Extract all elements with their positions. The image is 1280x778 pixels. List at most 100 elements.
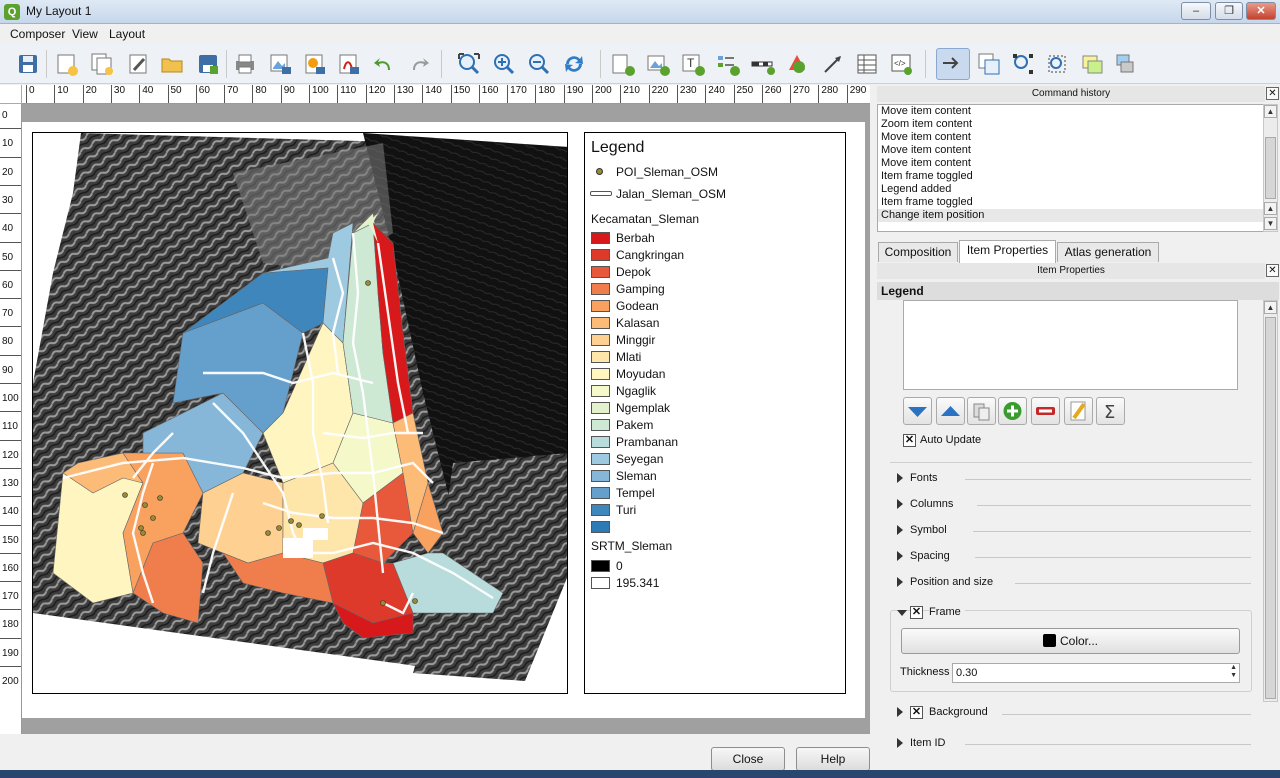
history-item[interactable]: Item frame toggled [878,196,1263,209]
close-properties-icon[interactable]: ✕ [1266,264,1279,277]
section-symbol[interactable]: Symbol [895,522,1253,540]
count-features-button[interactable]: Σ [1096,397,1125,425]
ruler-tick-label: 200 [592,85,612,103]
section-columns[interactable]: Columns [895,496,1253,514]
raster-min-label: 0 [616,559,623,573]
legend-item[interactable]: Legend POI_Sleman_OSM Jalan_Sleman_OSM K… [584,132,846,694]
scroll-up-icon[interactable]: ▲ [1264,105,1277,118]
auto-update-checkbox[interactable]: ✕ [903,434,916,447]
tab-composition[interactable]: Composition [878,242,958,262]
section-fonts[interactable]: Fonts [895,470,1253,488]
zoom-out-icon[interactable] [525,50,553,78]
close-history-icon[interactable]: ✕ [1266,87,1279,100]
scroll-down-icon[interactable]: ▼ [1264,217,1277,230]
edit-item-button[interactable] [1064,397,1093,425]
composer-manager-icon[interactable] [124,50,152,78]
zoom-in-icon[interactable] [490,50,518,78]
undo-icon[interactable] [370,50,398,78]
add-group-button[interactable] [967,397,996,425]
composer-canvas[interactable]: Legend POI_Sleman_OSM Jalan_Sleman_OSM K… [22,104,870,734]
frame-color-button[interactable]: Color... [901,628,1240,654]
save-icon[interactable] [14,50,42,78]
add-table-icon[interactable] [853,50,881,78]
section-position-size[interactable]: Position and size [895,574,1253,592]
duplicate-composer-icon[interactable] [88,50,116,78]
close-window-button[interactable]: ✕ [1246,2,1276,20]
add-legend-icon[interactable] [714,50,742,78]
title-bar: Q My Layout 1 – ❐ ✕ [0,0,1280,24]
section-spacing[interactable]: Spacing [895,548,1253,566]
svg-text:</>: </> [894,59,906,68]
zoom-full-icon[interactable] [455,50,483,78]
legend-items-tree[interactable] [903,300,1238,390]
save-template-icon[interactable] [194,50,222,78]
add-scalebar-icon[interactable] [749,50,777,78]
legend-title: Legend [591,139,645,156]
export-svg-icon[interactable] [300,50,328,78]
ruler-tick-label: 90 [280,85,295,103]
move-up-button[interactable] [936,397,965,425]
ruler-tick-label: 140 [0,496,21,518]
move-down-button[interactable] [903,397,932,425]
spin-arrows-icon[interactable]: ▲ ▼ [1230,664,1237,680]
edit-nodes-icon[interactable] [1009,50,1037,78]
legend-class-swatch [591,470,610,482]
add-item-button[interactable] [998,397,1027,425]
remove-item-button[interactable] [1031,397,1060,425]
command-history-list[interactable]: Move item content Zoom item content Move i… [877,104,1264,232]
menu-view[interactable]: View [72,27,98,41]
scroll-thumb[interactable] [1265,137,1276,199]
tab-item-properties[interactable]: Item Properties [959,240,1056,263]
tab-atlas-generation[interactable]: Atlas generation [1057,242,1159,262]
properties-scrollbar[interactable]: ▲ [1263,300,1278,702]
zoom-select-icon[interactable] [1043,50,1071,78]
restore-button[interactable]: ❐ [1215,2,1243,20]
legend-class-swatch [591,317,610,329]
close-button[interactable]: Close [711,747,785,771]
minimize-button[interactable]: – [1181,2,1211,20]
history-item[interactable]: Move item content [878,157,1263,170]
legend-class-label: Cangkringan [616,248,685,262]
background-checkbox[interactable]: ✕ [910,706,923,719]
open-template-icon[interactable] [158,50,186,78]
add-label-icon[interactable]: T [679,50,707,78]
legend-class-label: Berbah [616,231,655,245]
history-item[interactable]: Item frame toggled [878,170,1263,183]
map-item[interactable] [32,132,568,694]
refresh-icon[interactable] [560,50,588,78]
add-arrow-icon[interactable] [819,50,847,78]
history-item[interactable]: Change item position [878,209,1263,222]
add-html-icon[interactable]: </> [887,50,915,78]
export-pdf-icon[interactable] [334,50,362,78]
history-item[interactable]: Move item content [878,131,1263,144]
legend-class-label: Minggir [616,333,656,347]
scroll-thumb[interactable] [1265,317,1276,699]
history-item[interactable]: Move item content [878,105,1263,118]
history-scrollbar[interactable]: ▲ ▲ ▼ [1263,104,1278,232]
frame-checkbox[interactable]: ✕ [910,606,923,619]
menu-layout[interactable]: Layout [109,27,145,41]
select-move-icon[interactable] [936,48,970,80]
raise-icon[interactable] [1112,50,1140,78]
add-map-icon[interactable] [609,50,637,78]
scroll-up-icon[interactable]: ▲ [1264,202,1277,215]
horizontal-ruler: 0 10 20 30 40 50 60 70 80 90 100 110 120 130 140 150 160… [22,85,870,104]
add-image-icon[interactable] [644,50,672,78]
help-button[interactable]: Help [796,747,870,771]
new-composer-icon[interactable] [52,50,80,78]
history-item[interactable]: Move item content [878,144,1263,157]
menu-composer[interactable]: Composer [10,27,65,41]
history-item[interactable]: Zoom item content [878,118,1263,131]
scroll-up-icon[interactable]: ▲ [1264,301,1277,314]
legend-class-swatch [591,487,610,499]
add-shape-icon[interactable] [784,50,812,78]
print-icon[interactable] [231,50,259,78]
thickness-spinbox[interactable]: 0.30 ▲ ▼ [952,663,1240,683]
section-item-id[interactable]: Item ID [895,735,1253,753]
thickness-label: Thickness [900,666,950,678]
move-content-icon[interactable] [975,50,1003,78]
group-icon[interactable] [1078,50,1106,78]
history-item[interactable]: Legend added [878,183,1263,196]
export-image-icon[interactable] [266,50,294,78]
redo-icon[interactable] [405,50,433,78]
